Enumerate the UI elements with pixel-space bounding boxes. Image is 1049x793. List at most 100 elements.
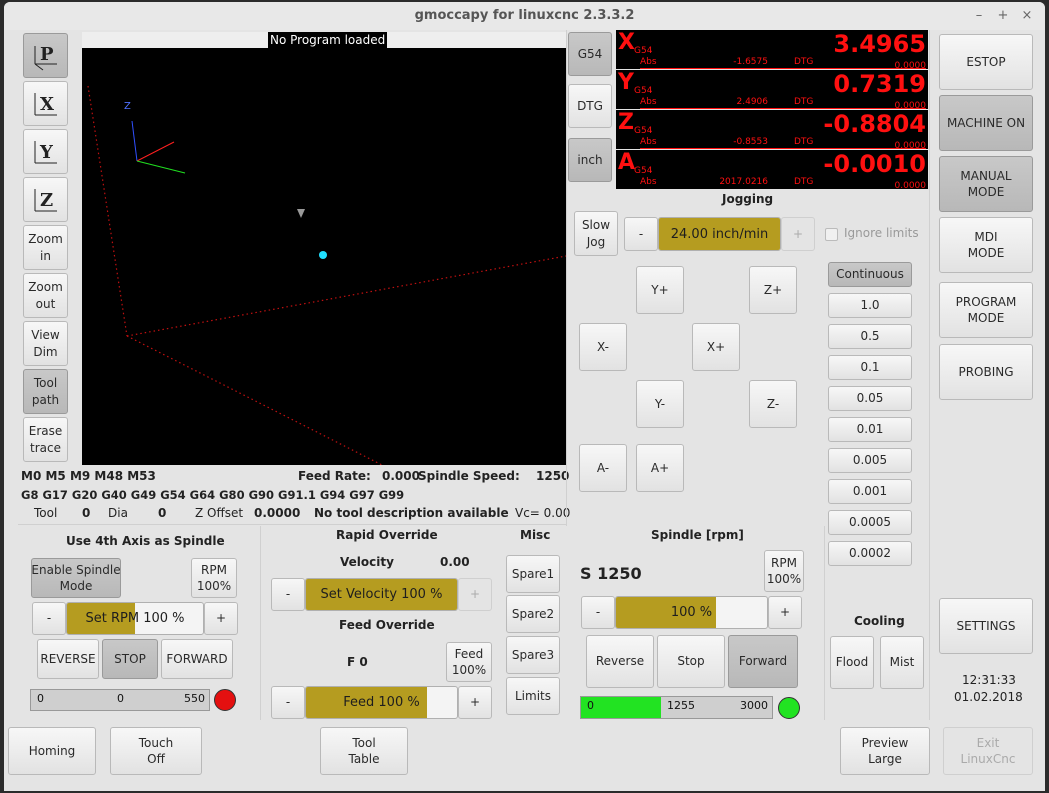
machine-on-button[interactable]: MACHINE ON xyxy=(939,95,1033,151)
homing-button[interactable]: Homing xyxy=(8,727,96,775)
jog-z-minus-button[interactable]: Z- xyxy=(749,380,797,428)
spindle-plus-button[interactable]: + xyxy=(768,596,802,629)
mcodes-text: M0 M5 M9 M48 M53 xyxy=(21,469,156,483)
spindle-bar-min: 0 xyxy=(587,699,594,712)
spare3-button[interactable]: Spare3 xyxy=(506,636,560,674)
minimize-button[interactable]: – xyxy=(970,7,988,25)
jog-y-plus-button[interactable]: Y+ xyxy=(636,266,684,314)
jog-speed-plus-button[interactable]: + xyxy=(781,217,815,251)
dro-coord-system: G54 xyxy=(634,86,653,96)
dro-abs-label: Abs xyxy=(640,137,657,147)
jog-y-minus-button[interactable]: Y- xyxy=(636,380,684,428)
velocity-label: Velocity xyxy=(340,555,394,569)
view-dim-button[interactable]: View Dim xyxy=(23,321,68,366)
spindle-reverse-button[interactable]: Reverse xyxy=(586,635,654,688)
probing-button[interactable]: PROBING xyxy=(939,344,1033,400)
exit-linuxcnc-button[interactable]: Exit LinuxCnc xyxy=(943,727,1033,775)
flood-button[interactable]: Flood xyxy=(830,636,874,689)
spindle-forward-button[interactable]: Forward xyxy=(728,635,798,688)
velocity-text: Set Velocity 100 % xyxy=(320,587,443,602)
maximize-button[interactable]: + xyxy=(994,7,1012,25)
dro-a[interactable]: A G54 Abs -0.0010 2017.0216 DTG 0.0000 xyxy=(616,150,928,191)
jog-x-plus-button[interactable]: X+ xyxy=(692,323,740,371)
spare2-button[interactable]: Spare2 xyxy=(506,595,560,633)
view-x-button[interactable]: X xyxy=(23,81,68,126)
dro-x[interactable]: X G54 Abs 3.4965 -1.6575 DTG 0.0000 xyxy=(616,30,928,71)
divider xyxy=(566,30,567,526)
jog-z-plus-button[interactable]: Z+ xyxy=(749,266,797,314)
jog-a-plus-button[interactable]: A+ xyxy=(636,444,684,492)
tool-path-button[interactable]: Tool path xyxy=(23,369,68,414)
manual-mode-button[interactable]: MANUAL MODE xyxy=(939,156,1033,212)
increment-continuous[interactable]: Continuous xyxy=(828,262,912,287)
increment-item[interactable]: 0.0002 xyxy=(828,541,912,566)
spindle-rpm-button[interactable]: RPM 100% xyxy=(764,550,804,592)
spindle-s-value: S 1250 xyxy=(580,564,642,583)
feed-100-button[interactable]: Feed 100% xyxy=(446,642,492,682)
spindle-override-text: 100 % xyxy=(670,605,713,620)
spindle-stop-button[interactable]: Stop xyxy=(657,635,725,688)
slow-jog-button[interactable]: Slow Jog xyxy=(574,211,618,256)
limits-button[interactable]: Limits xyxy=(506,677,560,715)
velocity-plus-button[interactable]: + xyxy=(458,578,492,611)
velocity-minus-button[interactable]: - xyxy=(271,578,305,611)
svg-text:P: P xyxy=(40,44,54,65)
dro-z[interactable]: Z G54 Abs -0.8804 -0.8553 DTG 0.0000 xyxy=(616,110,928,151)
spare1-button[interactable]: Spare1 xyxy=(506,555,560,593)
increment-item[interactable]: 0.005 xyxy=(828,448,912,473)
close-button[interactable]: × xyxy=(1018,7,1036,25)
dtg-button[interactable]: DTG xyxy=(568,84,612,128)
increment-item[interactable]: 0.05 xyxy=(828,386,912,411)
feed-plus-button[interactable]: + xyxy=(458,686,492,719)
spindle4-reverse-button[interactable]: REVERSE xyxy=(37,639,99,679)
view-y-button[interactable]: Y xyxy=(23,129,68,174)
preview-large-button[interactable]: Preview Large xyxy=(840,727,930,775)
zoom-in-button[interactable]: Zoom in xyxy=(23,225,68,270)
spindle4-minus-button[interactable]: - xyxy=(32,602,66,635)
jog-x-minus-button[interactable]: X- xyxy=(579,323,627,371)
increment-item[interactable]: 0.001 xyxy=(828,479,912,504)
feed-slider[interactable]: Feed 100 % xyxy=(305,686,458,719)
velocity-slider[interactable]: Set Velocity 100 % xyxy=(305,578,458,611)
erase-trace-button[interactable]: Erase trace xyxy=(23,417,68,462)
spindle-minus-button[interactable]: - xyxy=(581,596,615,629)
enable-spindle-mode-button[interactable]: Enable Spindle Mode xyxy=(31,558,121,598)
ignore-limits-checkbox[interactable] xyxy=(825,228,838,241)
increment-item[interactable]: 0.1 xyxy=(828,355,912,380)
velocity-value: 0.00 xyxy=(440,555,470,569)
increment-item[interactable]: 1.0 xyxy=(828,293,912,318)
dro-y[interactable]: Y G54 Abs 0.7319 2.4906 DTG 0.0000 xyxy=(616,70,928,111)
spindle4-stop-button[interactable]: STOP xyxy=(102,639,158,679)
spindle4-forward-button[interactable]: FORWARD xyxy=(161,639,233,679)
g54-button[interactable]: G54 xyxy=(568,32,612,76)
increment-item[interactable]: 0.0005 xyxy=(828,510,912,535)
spindle4-rpm-button[interactable]: RPM 100% xyxy=(191,558,237,598)
feed-minus-button[interactable]: - xyxy=(271,686,305,719)
spindle-override-slider[interactable]: 100 % xyxy=(615,596,768,629)
spindle4-rpm-slider[interactable]: Set RPM 100 % xyxy=(66,602,204,635)
gcode-preview[interactable]: No Program loaded Z xyxy=(82,32,566,465)
view-z-button[interactable]: Z xyxy=(23,177,68,222)
ignore-limits-label: Ignore limits xyxy=(844,226,919,240)
estop-button[interactable]: ESTOP xyxy=(939,34,1033,90)
tool-table-button[interactable]: Tool Table xyxy=(320,727,408,775)
view-p-button[interactable]: P xyxy=(23,33,68,78)
svg-text:X: X xyxy=(40,94,54,115)
mist-button[interactable]: Mist xyxy=(880,636,924,689)
jog-speed-slider[interactable]: 24.00 inch/min xyxy=(658,217,781,251)
jog-a-minus-button[interactable]: A- xyxy=(579,444,627,492)
touch-off-button[interactable]: Touch Off xyxy=(110,727,202,775)
dro-axis-label: Y xyxy=(618,70,634,95)
spindle4-plus-button[interactable]: + xyxy=(204,602,238,635)
dro-abs-label: Abs xyxy=(640,57,657,67)
increment-item[interactable]: 0.5 xyxy=(828,324,912,349)
program-mode-button[interactable]: PROGRAM MODE xyxy=(939,282,1033,338)
inch-button[interactable]: inch xyxy=(568,138,612,182)
tool-position-marker xyxy=(319,251,327,259)
settings-button[interactable]: SETTINGS xyxy=(939,598,1033,654)
mdi-mode-button[interactable]: MDI MODE xyxy=(939,217,1033,273)
increment-item[interactable]: 0.01 xyxy=(828,417,912,442)
view-z-icon: Z xyxy=(34,188,57,211)
jog-speed-minus-button[interactable]: - xyxy=(624,217,658,251)
zoom-out-button[interactable]: Zoom out xyxy=(23,273,68,318)
